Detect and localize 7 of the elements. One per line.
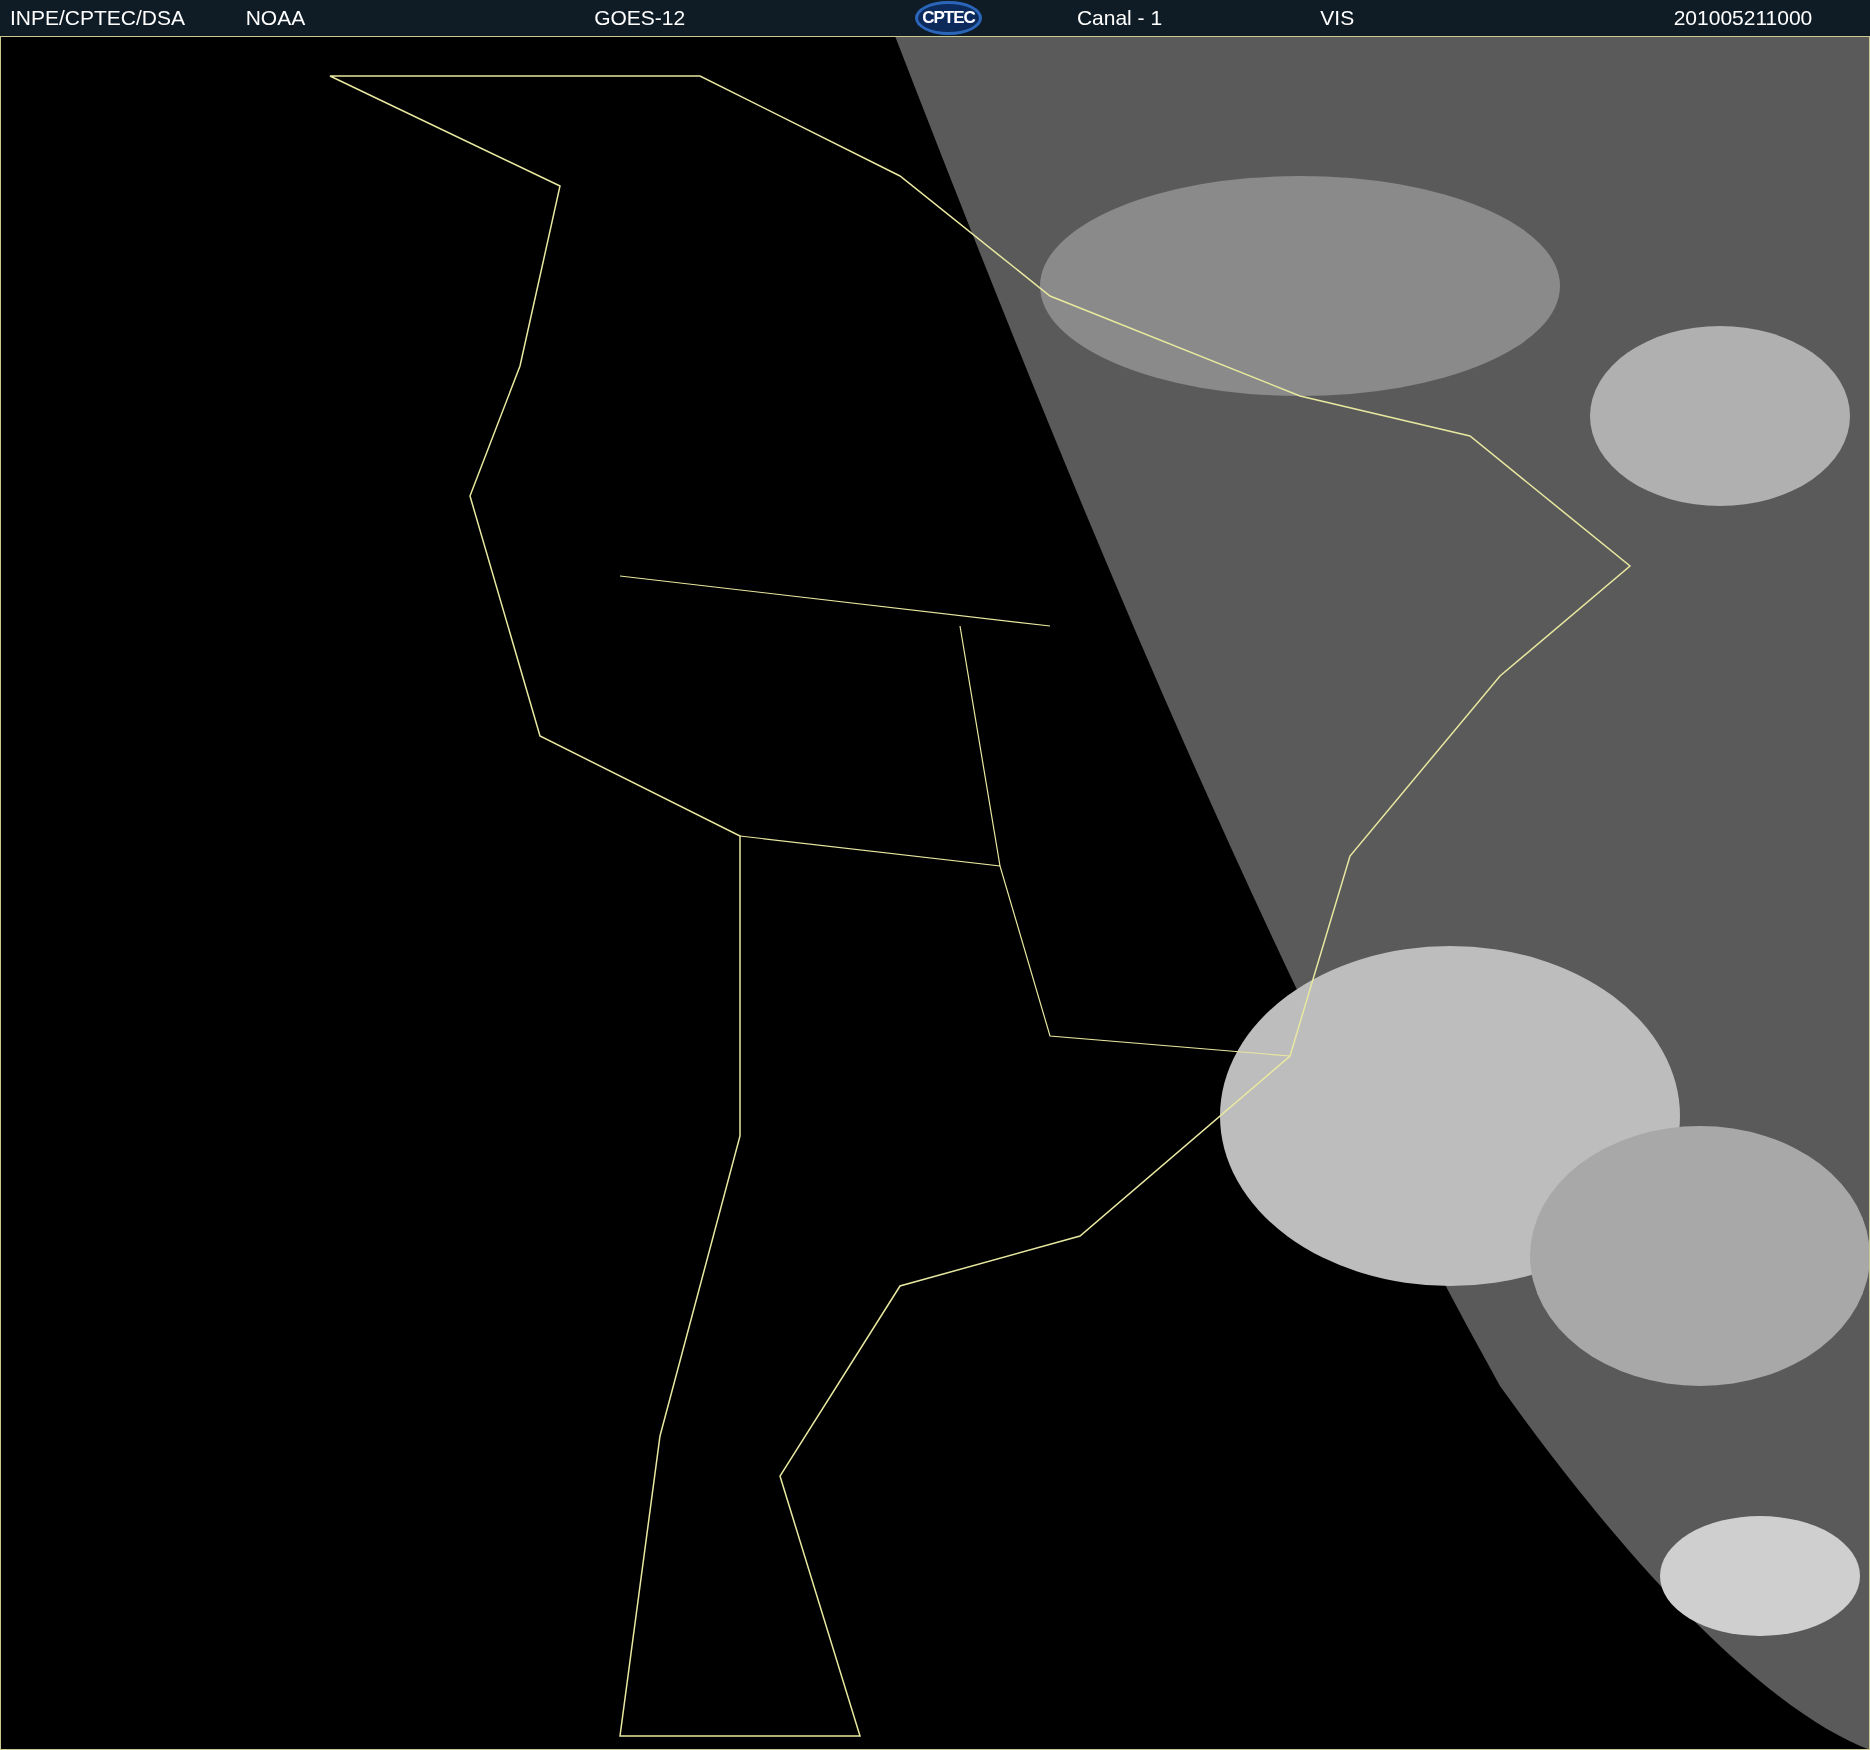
satellite-label: GOES-12 <box>594 6 687 30</box>
band-label: VIS <box>1320 6 1356 30</box>
logo: CPTEC <box>915 1 982 35</box>
agency-label: NOAA <box>245 6 307 30</box>
channel-label: Canal - 1 <box>1076 6 1164 30</box>
timestamp-label: 201005211000 <box>1673 6 1814 30</box>
source-label: INPE/CPTEC/DSA <box>10 6 187 30</box>
